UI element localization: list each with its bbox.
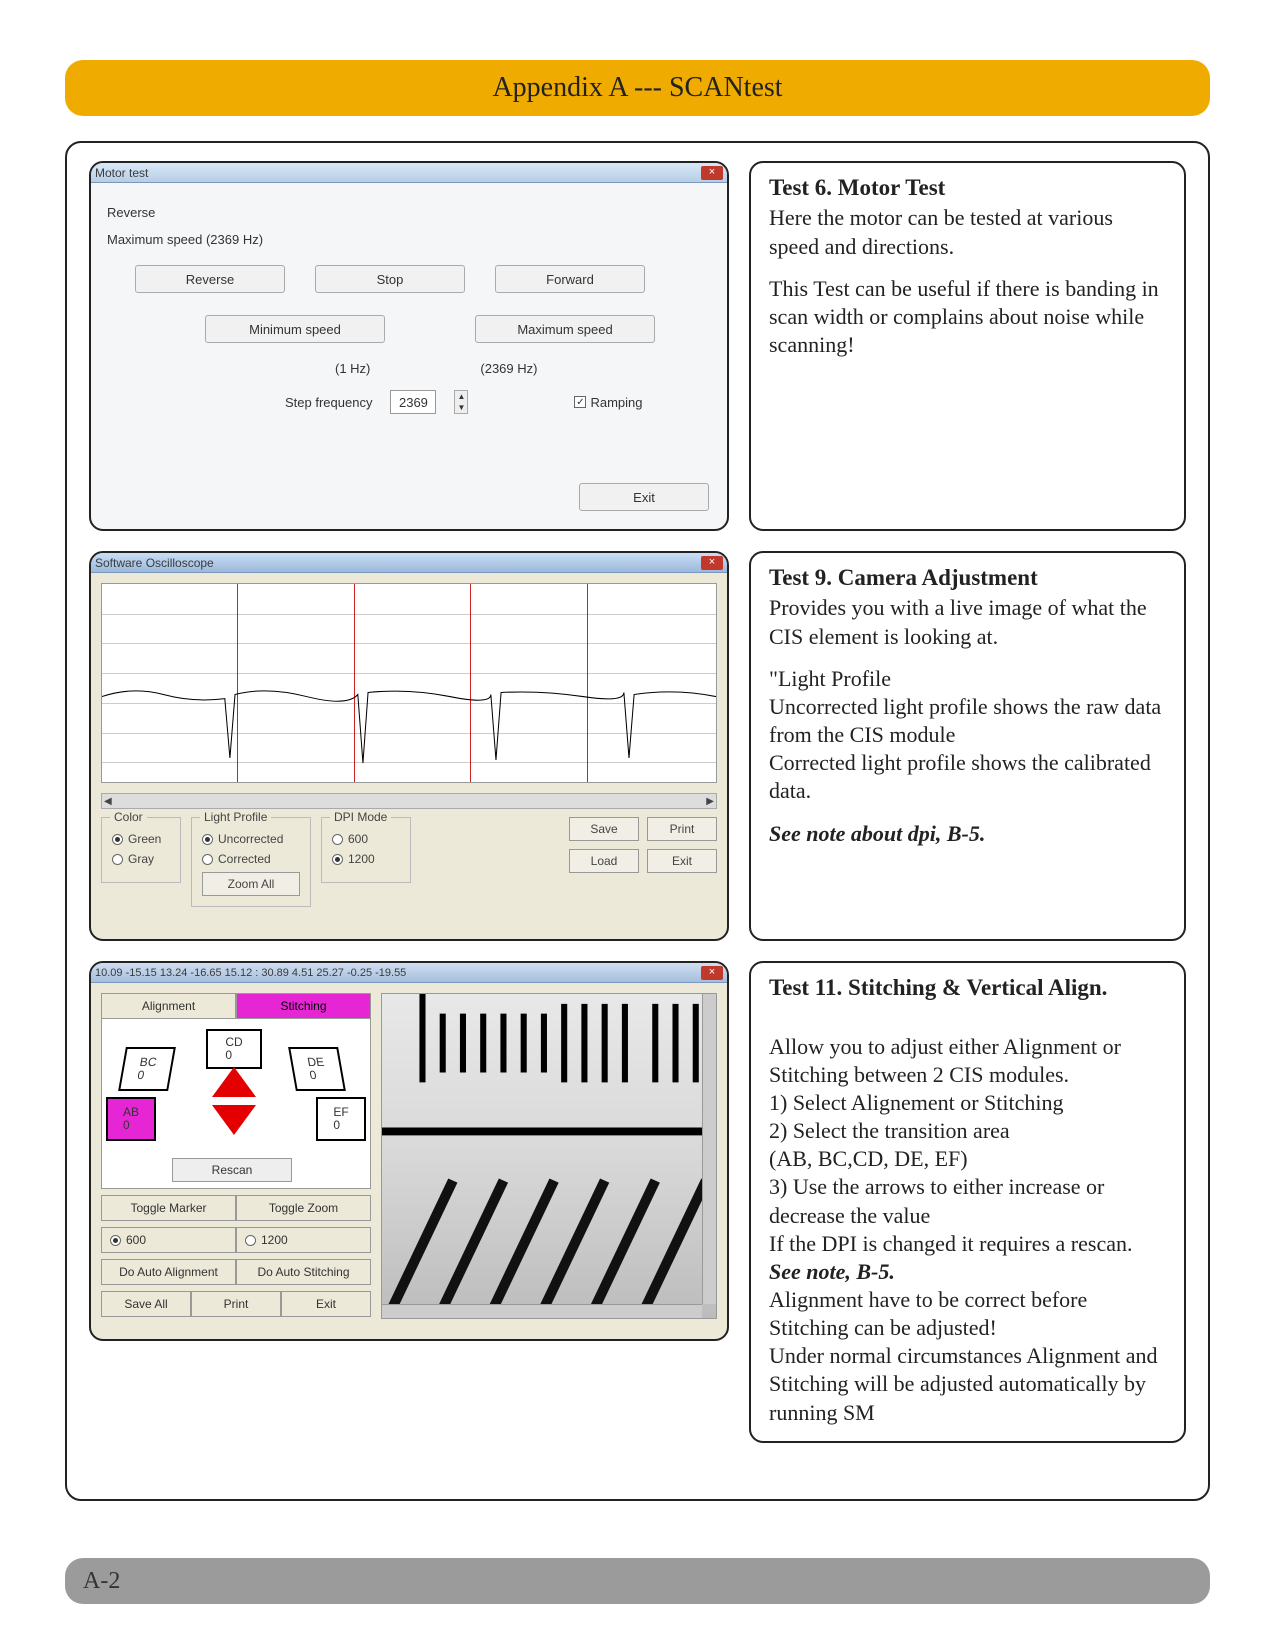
row-test11: 10.09 -15.15 13.24 -16.65 15.12 : 30.89 … [89,961,1186,1443]
maxspeed-label: Maximum speed (2369 Hz) [107,232,713,247]
forward-button[interactable]: Forward [495,265,645,293]
arrow-down-icon[interactable] [212,1105,256,1135]
osc-scrollbar[interactable]: ◀▶ [101,793,717,809]
print-button[interactable]: Print [647,817,717,841]
auto-alignment-button[interactable]: Do Auto Alignment [101,1259,236,1285]
tab-alignment[interactable]: Alignment [101,993,236,1019]
test9-p2: "Light Profile Uncorrected light profile… [769,665,1166,806]
arrow-up-icon[interactable] [212,1067,256,1097]
test9-description: Test 9. Camera Adjustment Provides you w… [749,551,1186,941]
page-footer: A-2 [65,1558,1210,1604]
dpimode-groupbox: DPI Mode 600 1200 [321,817,411,883]
exit-button[interactable]: Exit [647,849,717,873]
stitch-window: 10.09 -15.15 13.24 -16.65 15.12 : 30.89 … [89,961,729,1341]
row-test6: Motor test × Reverse Maximum speed (2369… [89,161,1186,531]
stepfreq-stepper[interactable]: ▲▼ [454,390,468,414]
motortest-window: Motor test × Reverse Maximum speed (2369… [89,161,729,531]
checkbox-icon: ✓ [574,396,586,408]
test6-description: Test 6. Motor Test Here the motor can be… [749,161,1186,531]
reverse-label: Reverse [107,205,713,220]
oscilloscope-window: Software Oscilloscope × ◀▶ Color Green G… [89,551,729,941]
ramping-checkbox[interactable]: ✓ Ramping [574,395,642,410]
hz-2369-label: (2369 Hz) [480,361,537,376]
preview-scroll-h[interactable] [382,1304,702,1318]
test9-title: Test 9. Camera Adjustment [769,563,1166,592]
save-button[interactable]: Save [569,817,639,841]
test11-body: Allow you to adjust either Alignment or … [769,1034,1132,1256]
stitch-titlebar: 10.09 -15.15 13.24 -16.65 15.12 : 30.89 … [91,963,727,983]
test9-note: See note about dpi, B-5. [769,821,985,846]
stop-button[interactable]: Stop [315,265,465,293]
test6-p1: Here the motor can be tested at various … [769,204,1166,260]
lightprofile-groupbox: Light Profile Uncorrected Corrected Zoom… [191,817,311,907]
radio-corrected[interactable]: Corrected [202,852,300,866]
stitch-diagram: AB 0 BC 0 CD 0 DE 0 EF 0 Rescan [101,1019,371,1189]
test11-description: Test 11. Stitching & Vertical Align. All… [749,961,1186,1443]
scroll-left-icon: ◀ [104,796,112,807]
radio-uncorrected[interactable]: Uncorrected [202,832,300,846]
scroll-right-icon: ▶ [706,796,714,807]
color-groupbox: Color Green Gray [101,817,181,883]
radio-600[interactable]: 600 [101,1227,236,1253]
test9-p1: Provides you with a live image of what t… [769,594,1166,650]
saveall-button[interactable]: Save All [101,1291,191,1317]
stitch-title: 10.09 -15.15 13.24 -16.65 15.12 : 30.89 … [95,967,406,979]
toggle-marker-button[interactable]: Toggle Marker [101,1195,236,1221]
row-test9: Software Oscilloscope × ◀▶ Color Green G… [89,551,1186,941]
cell-ab[interactable]: AB 0 [106,1097,156,1141]
reverse-button[interactable]: Reverse [135,265,285,293]
auto-stitching-button[interactable]: Do Auto Stitching [236,1259,371,1285]
test11-title: Test 11. Stitching & Vertical Align. [769,973,1166,1002]
toggle-zoom-button[interactable]: Toggle Zoom [236,1195,371,1221]
preview-scroll-v[interactable] [702,994,716,1304]
page-header: Appendix A --- SCANtest [65,60,1210,116]
tab-stitching[interactable]: Stitching [236,993,371,1019]
zoomall-button[interactable]: Zoom All [202,872,300,896]
motortest-title: Motor test [95,166,148,180]
radio-gray[interactable]: Gray [112,852,170,866]
rescan-button[interactable]: Rescan [172,1158,292,1182]
motortest-titlebar: Motor test × [91,163,727,183]
test11-body2: Alignment have to be correct before Stit… [769,1287,1158,1425]
osc-titlebar: Software Oscilloscope × [91,553,727,573]
load-button[interactable]: Load [569,849,639,873]
radio-green[interactable]: Green [112,832,170,846]
page-header-title: Appendix A --- SCANtest [492,72,782,104]
minspeed-button[interactable]: Minimum speed [205,315,385,343]
print-button[interactable]: Print [191,1291,281,1317]
close-icon[interactable]: × [701,166,723,180]
exit-button[interactable]: Exit [281,1291,371,1317]
close-icon[interactable]: × [701,556,723,570]
test6-title: Test 6. Motor Test [769,173,1166,202]
stepfreq-input[interactable]: 2369 [390,390,436,414]
hz-1-label: (1 Hz) [335,361,370,376]
osc-title: Software Oscilloscope [95,556,214,570]
maxspeed-button[interactable]: Maximum speed [475,315,655,343]
radio-1200[interactable]: 1200 [236,1227,371,1253]
scan-preview [381,993,717,1319]
osc-graph [101,583,717,783]
main-panel: Motor test × Reverse Maximum speed (2369… [65,141,1210,1501]
stepfreq-label: Step frequency [285,395,372,410]
cell-de[interactable]: DE 0 [288,1047,346,1091]
exit-button[interactable]: Exit [579,483,709,511]
page-number: A-2 [83,1568,120,1595]
light-legend: Light Profile [200,810,271,824]
test11-note: See note, B-5. [769,1259,895,1284]
cell-bc[interactable]: BC 0 [118,1047,176,1091]
ramping-label: Ramping [590,395,642,410]
color-legend: Color [110,810,147,824]
motortest-body: Reverse Maximum speed (2369 Hz) Reverse … [91,183,727,523]
close-icon[interactable]: × [701,966,723,980]
radio-1200[interactable]: 1200 [332,852,400,866]
cell-ef[interactable]: EF 0 [316,1097,366,1141]
radio-600[interactable]: 600 [332,832,400,846]
dpi-legend: DPI Mode [330,810,391,824]
test6-p2: This Test can be useful if there is band… [769,275,1166,359]
stitch-controls: Alignment Stitching AB 0 BC 0 CD 0 DE 0 … [101,993,371,1317]
cell-cd[interactable]: CD 0 [206,1029,262,1069]
